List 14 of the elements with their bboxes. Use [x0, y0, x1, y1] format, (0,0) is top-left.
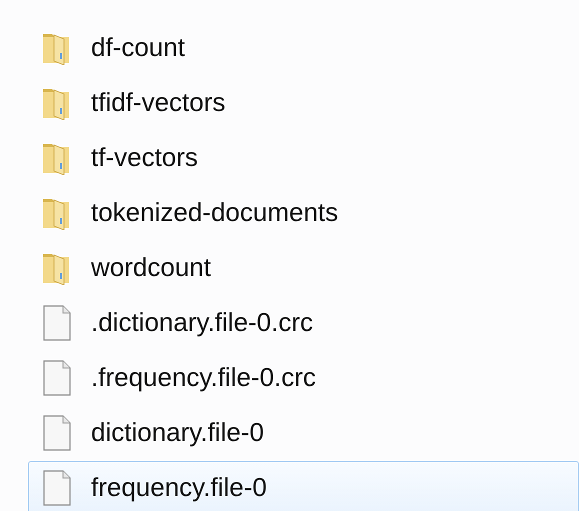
folder-name[interactable]: tokenized-documents	[91, 197, 338, 228]
file-name[interactable]: .frequency.file-0.crc	[91, 362, 316, 393]
document-icon	[42, 414, 72, 450]
document-icon	[42, 470, 72, 506]
file-name[interactable]: dictionary.file-0	[91, 417, 264, 448]
file-name: frequency.file-0	[91, 472, 267, 503]
folder-name[interactable]: tf-vectors	[91, 142, 198, 173]
document-icon	[42, 304, 72, 340]
folder-name[interactable]: df-count	[91, 32, 185, 63]
document-icon	[42, 360, 72, 396]
folder-name[interactable]: wordcount	[91, 252, 211, 283]
selected-row[interactable]: frequency.file-0	[28, 461, 579, 511]
file-name[interactable]: .dictionary.file-0.crc	[91, 307, 314, 338]
folder-name[interactable]: tfidf-vectors	[91, 87, 226, 118]
